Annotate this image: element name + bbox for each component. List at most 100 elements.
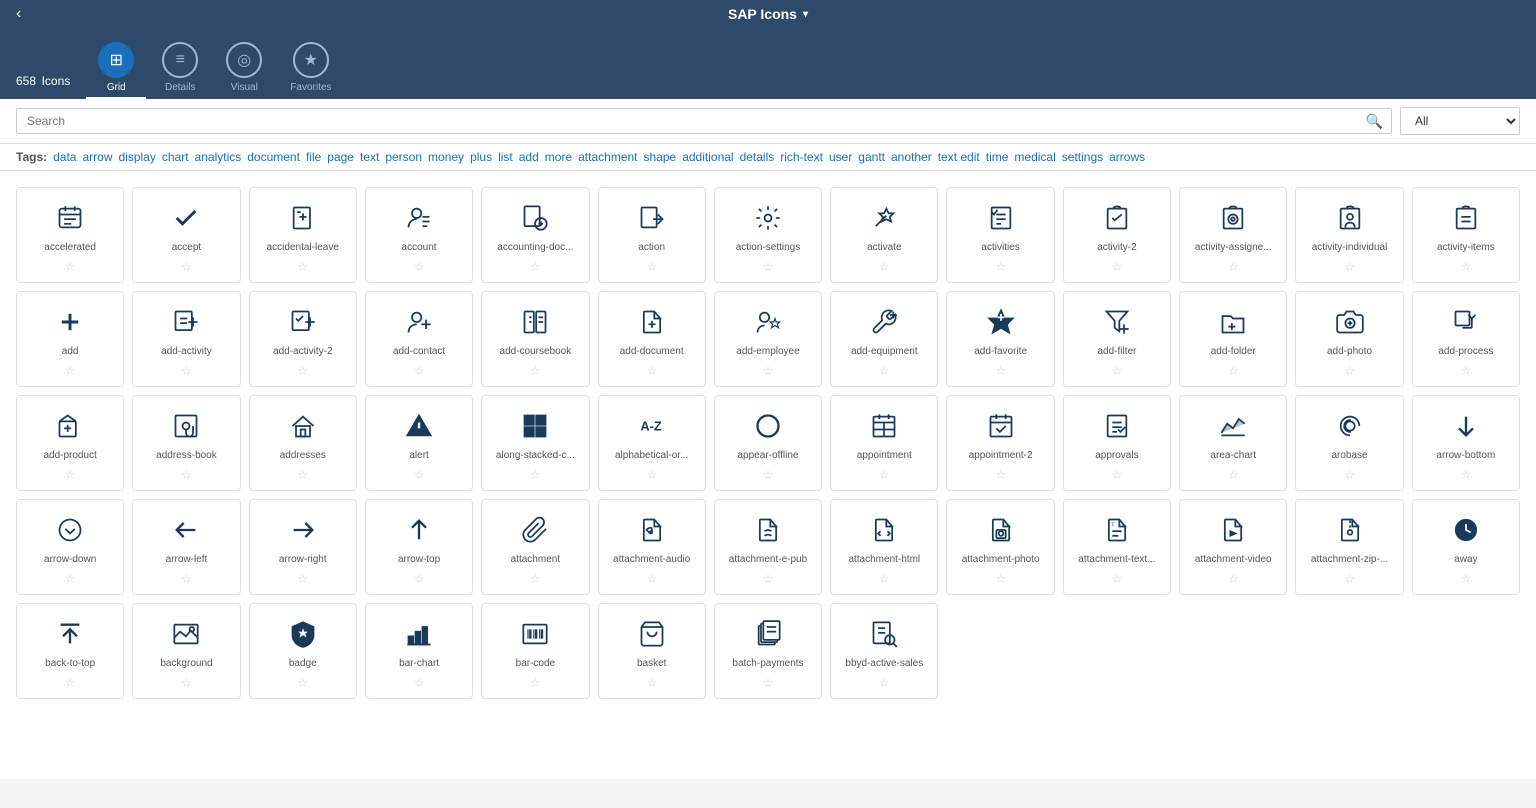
icon-card-action[interactable]: action☆: [598, 187, 706, 283]
icon-favorite-accounting-doc...[interactable]: ☆: [530, 260, 541, 274]
tag-user[interactable]: user: [829, 150, 852, 164]
icon-card-bbyd-active-sales[interactable]: bbyd-active-sales☆: [830, 603, 938, 699]
icon-card-basket[interactable]: basket☆: [598, 603, 706, 699]
icon-card-alphabetical-or...[interactable]: A-Zalphabetical-or...☆: [598, 395, 706, 491]
icon-favorite-back-to-top[interactable]: ☆: [65, 676, 76, 690]
icon-card-arrow-left[interactable]: arrow-left☆: [132, 499, 240, 595]
icon-favorite-attachment-html[interactable]: ☆: [879, 572, 890, 586]
tag-additional[interactable]: additional: [682, 150, 733, 164]
tag-add[interactable]: add: [519, 150, 539, 164]
icon-card-add-contact[interactable]: add-contact☆: [365, 291, 473, 387]
back-button[interactable]: ‹: [8, 1, 29, 27]
icon-favorite-arrow-down[interactable]: ☆: [65, 572, 76, 586]
icon-card-add-activity-2[interactable]: add-activity-2☆: [249, 291, 357, 387]
tag-data[interactable]: data: [53, 150, 76, 164]
icon-favorite-away[interactable]: ☆: [1460, 572, 1471, 586]
icon-favorite-addresses[interactable]: ☆: [297, 468, 308, 482]
icon-card-add-photo[interactable]: add-photo☆: [1295, 291, 1403, 387]
icon-favorite-add-product[interactable]: ☆: [65, 468, 76, 482]
icon-card-appointment-2[interactable]: appointment-2☆: [946, 395, 1054, 491]
icon-card-badge[interactable]: badge☆: [249, 603, 357, 699]
icon-card-add-process[interactable]: add-process☆: [1412, 291, 1520, 387]
tag-gantt[interactable]: gantt: [858, 150, 885, 164]
icon-favorite-activities[interactable]: ☆: [995, 260, 1006, 274]
icon-favorite-attachment-e-pub[interactable]: ☆: [763, 572, 774, 586]
icon-favorite-add-process[interactable]: ☆: [1460, 364, 1471, 378]
icon-favorite-accept[interactable]: ☆: [181, 260, 192, 274]
icon-favorite-add-filter[interactable]: ☆: [1112, 364, 1123, 378]
icon-card-addresses[interactable]: addresses☆: [249, 395, 357, 491]
tag-details[interactable]: details: [740, 150, 775, 164]
icon-favorite-background[interactable]: ☆: [181, 676, 192, 690]
tag-arrows[interactable]: arrows: [1109, 150, 1145, 164]
icon-favorite-account[interactable]: ☆: [414, 260, 425, 274]
icon-card-activity-assigne...[interactable]: activity-assigne...☆: [1179, 187, 1287, 283]
filter-select[interactable]: All Favorites: [1400, 107, 1520, 135]
view-btn-grid[interactable]: ⊞ Grid: [86, 36, 146, 99]
icon-card-activate[interactable]: activate☆: [830, 187, 938, 283]
icon-favorite-action-settings[interactable]: ☆: [763, 260, 774, 274]
icon-favorite-add-document[interactable]: ☆: [646, 364, 657, 378]
icon-favorite-alert[interactable]: ☆: [414, 468, 425, 482]
icon-favorite-arrow-left[interactable]: ☆: [181, 572, 192, 586]
icon-favorite-arrow-top[interactable]: ☆: [414, 572, 425, 586]
icon-card-attachment-html[interactable]: attachment-html☆: [830, 499, 938, 595]
search-input[interactable]: [17, 109, 1391, 133]
icon-card-arrow-bottom[interactable]: arrow-bottom☆: [1412, 395, 1520, 491]
icon-card-accidental-leave[interactable]: accidental-leave☆: [249, 187, 357, 283]
icon-card-add-favorite[interactable]: add-favorite☆: [946, 291, 1054, 387]
icon-card-add-equipment[interactable]: add-equipment☆: [830, 291, 938, 387]
tag-shape[interactable]: shape: [644, 150, 677, 164]
tag-another[interactable]: another: [891, 150, 932, 164]
icon-favorite-approvals[interactable]: ☆: [1112, 468, 1123, 482]
icon-favorite-activity-2[interactable]: ☆: [1112, 260, 1123, 274]
icon-card-appear-offline[interactable]: appear-offline☆: [714, 395, 822, 491]
icon-card-attachment-photo[interactable]: attachment-photo☆: [946, 499, 1054, 595]
icon-card-alert[interactable]: alert☆: [365, 395, 473, 491]
icon-card-activity-2[interactable]: activity-2☆: [1063, 187, 1171, 283]
icon-favorite-accelerated[interactable]: ☆: [65, 260, 76, 274]
icon-favorite-add-activity[interactable]: ☆: [181, 364, 192, 378]
icon-favorite-address-book[interactable]: ☆: [181, 468, 192, 482]
view-btn-details[interactable]: ≡ Details: [150, 36, 210, 99]
tag-person[interactable]: person: [385, 150, 422, 164]
icon-favorite-add-activity-2[interactable]: ☆: [297, 364, 308, 378]
icon-card-add-employee[interactable]: add-employee☆: [714, 291, 822, 387]
icon-favorite-action[interactable]: ☆: [646, 260, 657, 274]
header-title-arrow[interactable]: ▾: [803, 9, 808, 20]
icon-card-activity-individual[interactable]: activity-individual☆: [1295, 187, 1403, 283]
icon-card-attachment-zip-...[interactable]: attachment-zip-...☆: [1295, 499, 1403, 595]
icon-favorite-area-chart[interactable]: ☆: [1228, 468, 1239, 482]
icon-card-bar-chart[interactable]: bar-chart☆: [365, 603, 473, 699]
tag-rich-text[interactable]: rich-text: [780, 150, 823, 164]
icon-favorite-alphabetical-or...[interactable]: ☆: [646, 468, 657, 482]
icon-card-add-coursebook[interactable]: add-coursebook☆: [481, 291, 589, 387]
icon-favorite-add-favorite[interactable]: ☆: [995, 364, 1006, 378]
icon-favorite-arobase[interactable]: ☆: [1344, 468, 1355, 482]
tag-time[interactable]: time: [986, 150, 1009, 164]
icon-card-add-activity[interactable]: add-activity☆: [132, 291, 240, 387]
icon-favorite-add-folder[interactable]: ☆: [1228, 364, 1239, 378]
tag-display[interactable]: display: [119, 150, 156, 164]
icon-favorite-add-photo[interactable]: ☆: [1344, 364, 1355, 378]
tag-document[interactable]: document: [247, 150, 300, 164]
icon-favorite-activity-items[interactable]: ☆: [1460, 260, 1471, 274]
icon-favorite-add-equipment[interactable]: ☆: [879, 364, 890, 378]
icon-card-accelerated[interactable]: accelerated☆: [16, 187, 124, 283]
icon-favorite-activity-assigne...[interactable]: ☆: [1228, 260, 1239, 274]
icon-card-area-chart[interactable]: area-chart☆: [1179, 395, 1287, 491]
icon-card-away[interactable]: away☆: [1412, 499, 1520, 595]
tag-money[interactable]: money: [428, 150, 464, 164]
icon-favorite-attachment-zip-...[interactable]: ☆: [1344, 572, 1355, 586]
tag-text[interactable]: text: [360, 150, 379, 164]
icon-card-attachment-e-pub[interactable]: attachment-e-pub☆: [714, 499, 822, 595]
icon-favorite-attachment-video[interactable]: ☆: [1228, 572, 1239, 586]
view-btn-visual[interactable]: ◎ Visual: [214, 36, 274, 99]
icon-card-add-folder[interactable]: add-folder☆: [1179, 291, 1287, 387]
tag-text-edit[interactable]: text edit: [938, 150, 980, 164]
icon-favorite-add[interactable]: ☆: [65, 364, 76, 378]
icon-favorite-activity-individual[interactable]: ☆: [1344, 260, 1355, 274]
icon-favorite-basket[interactable]: ☆: [646, 676, 657, 690]
view-btn-favorites[interactable]: ★ Favorites: [278, 36, 343, 99]
icon-card-arrow-right[interactable]: arrow-right☆: [249, 499, 357, 595]
